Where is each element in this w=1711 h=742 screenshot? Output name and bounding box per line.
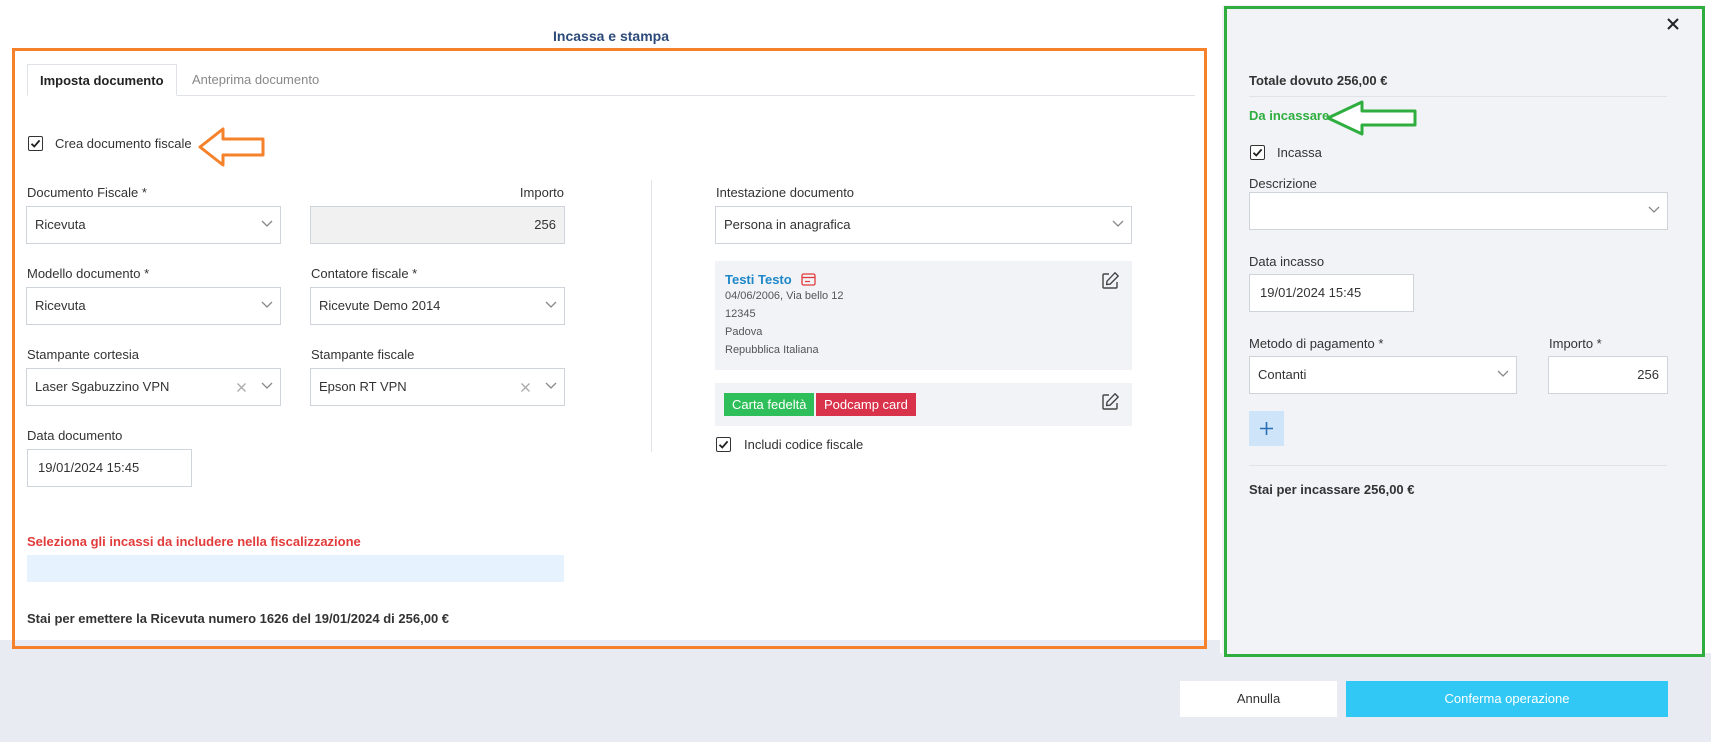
conferma-operazione-button[interactable]: Conferma operazione <box>1346 681 1668 717</box>
modal-title: Incassa e stampa <box>553 28 669 44</box>
annulla-button[interactable]: Annulla <box>1180 681 1337 717</box>
highlight-frame-green <box>1224 6 1705 657</box>
highlight-frame-orange <box>12 48 1207 649</box>
